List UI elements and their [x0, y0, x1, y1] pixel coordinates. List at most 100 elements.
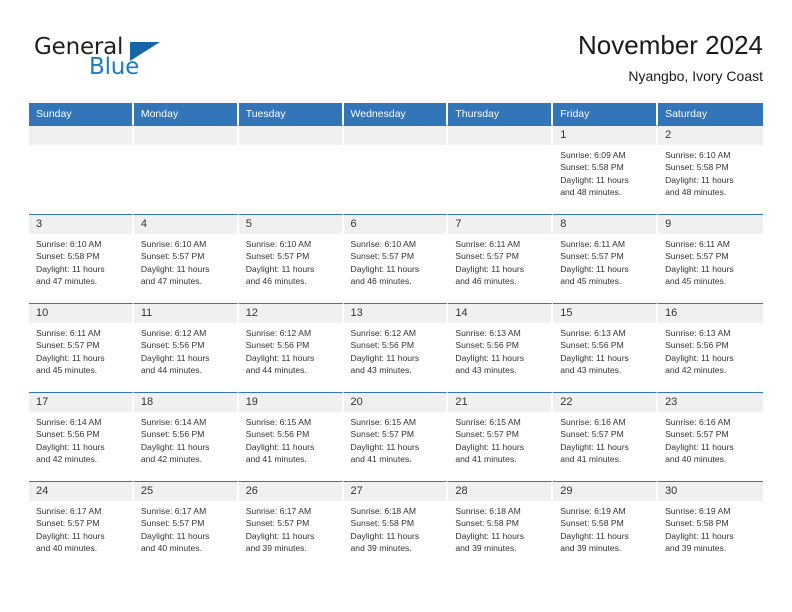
calendar-day-cell-empty	[343, 125, 449, 214]
calendar-day-cell[interactable]: 1 Sunrise: 6:09 AM Sunset: 5:58 PM Daylight…	[553, 125, 659, 214]
day-detail-line: and 41 minutes.	[350, 453, 412, 464]
day-details: Sunrise: 6:11 AM Sunset: 5:57 PM Daylight:…	[448, 234, 551, 287]
calendar-day-cell[interactable]: 15 Sunrise: 6:13 AM Sunset: 5:56 PM Dayligh…	[553, 303, 659, 392]
day-detail-line: Sunrise: 6:15 AM	[350, 417, 416, 427]
day-detail-line: and 46 minutes.	[245, 275, 307, 286]
day-detail-line: and 43 minutes.	[350, 364, 412, 375]
day-detail-line: Sunrise: 6:15 AM	[455, 417, 521, 427]
day-detail-line: Sunset: 5:57 PM	[245, 251, 310, 262]
day-detail-line: Sunrise: 6:09 AM	[560, 150, 626, 160]
day-detail-line: Daylight: 11 hours	[140, 352, 210, 363]
calendar-day-cell[interactable]: 21 Sunrise: 6:15 AM Sunset: 5:57 PM Dayligh…	[448, 392, 554, 481]
calendar-day-cell[interactable]: 5 Sunrise: 6:10 AM Sunset: 5:57 PM Daylight…	[238, 214, 344, 303]
day-number: 8	[553, 215, 657, 234]
day-details: Sunrise: 6:11 AM Sunset: 5:57 PM Daylight:…	[658, 234, 763, 287]
day-details: Sunrise: 6:19 AM Sunset: 5:58 PM Daylight:…	[553, 501, 656, 554]
calendar-day-cell-empty	[29, 125, 134, 214]
weekday-header: Sunday Monday Tuesday Wednesday Thursday Frid…	[29, 103, 763, 125]
day-number: 25	[133, 482, 237, 501]
day-number: 3	[29, 215, 132, 234]
day-detail-line: Daylight: 11 hours	[245, 352, 315, 363]
day-details: Sunrise: 6:13 AM Sunset: 5:56 PM Daylight:…	[658, 323, 763, 376]
day-detail-line: and 46 minutes.	[350, 275, 412, 286]
day-details: Sunrise: 6:12 AM Sunset: 5:56 PM Daylight:…	[239, 323, 342, 376]
calendar-day-cell-empty	[133, 125, 239, 214]
general-blue-logo[interactable]: General Blue	[29, 34, 229, 92]
calendar-week-row: 10 Sunrise: 6:11 AM Sunset: 5:57 PM Dayligh…	[29, 303, 763, 392]
day-detail-line: Sunset: 5:56 PM	[245, 340, 310, 351]
calendar-day-cell[interactable]: 3 Sunrise: 6:10 AM Sunset: 5:58 PM Daylight…	[29, 214, 134, 303]
calendar-day-cell[interactable]: 26 Sunrise: 6:17 AM Sunset: 5:57 PM Dayligh…	[238, 481, 344, 570]
day-details: Sunrise: 6:17 AM Sunset: 5:57 PM Daylight:…	[29, 501, 132, 554]
calendar-day-cell[interactable]: 25 Sunrise: 6:17 AM Sunset: 5:57 PM Dayligh…	[133, 481, 239, 570]
calendar-day-cell[interactable]: 10 Sunrise: 6:11 AM Sunset: 5:57 PM Dayligh…	[29, 303, 134, 392]
day-number: 23	[658, 393, 763, 412]
day-detail-line: and 39 minutes.	[455, 542, 517, 553]
calendar-day-cell[interactable]: 2 Sunrise: 6:10 AM Sunset: 5:58 PM Daylight…	[658, 125, 763, 214]
calendar-day-cell[interactable]: 12 Sunrise: 6:12 AM Sunset: 5:56 PM Dayligh…	[238, 303, 344, 392]
day-detail-line: Daylight: 11 hours	[36, 441, 105, 452]
day-details: Sunrise: 6:09 AM Sunset: 5:58 PM Daylight:…	[553, 145, 656, 198]
calendar-day-cell[interactable]: 22 Sunrise: 6:16 AM Sunset: 5:57 PM Dayligh…	[553, 392, 659, 481]
day-details: Sunrise: 6:11 AM Sunset: 5:57 PM Daylight:…	[29, 323, 132, 376]
day-detail-line: and 46 minutes.	[455, 275, 517, 286]
day-detail-line: Sunset: 5:57 PM	[665, 251, 729, 262]
calendar-day-cell[interactable]: 4 Sunrise: 6:10 AM Sunset: 5:57 PM Daylight…	[133, 214, 239, 303]
calendar-header-row: Sunday Monday Tuesday Wednesday Thursday Frid…	[29, 103, 763, 125]
day-detail-line: and 43 minutes.	[455, 364, 517, 375]
calendar-day-cell[interactable]: 30 Sunrise: 6:19 AM Sunset: 5:58 PM Dayligh…	[658, 481, 763, 570]
calendar-day-cell[interactable]: 7 Sunrise: 6:11 AM Sunset: 5:57 PM Daylight…	[448, 214, 554, 303]
day-number: 22	[553, 393, 657, 412]
calendar-week-row: 1 Sunrise: 6:09 AM Sunset: 5:58 PM Daylight…	[29, 125, 763, 214]
day-detail-line: Sunset: 5:57 PM	[350, 251, 415, 262]
day-detail-line: Daylight: 11 hours	[665, 441, 734, 452]
calendar-day-cell[interactable]: 19 Sunrise: 6:15 AM Sunset: 5:56 PM Dayligh…	[238, 392, 344, 481]
calendar-day-cell[interactable]: 13 Sunrise: 6:12 AM Sunset: 5:56 PM Dayligh…	[343, 303, 449, 392]
day-details: Sunrise: 6:10 AM Sunset: 5:57 PM Daylight:…	[239, 234, 342, 287]
calendar-day-cell[interactable]: 20 Sunrise: 6:15 AM Sunset: 5:57 PM Dayligh…	[343, 392, 449, 481]
day-details: Sunrise: 6:11 AM Sunset: 5:57 PM Daylight:…	[553, 234, 656, 287]
day-detail-line: Sunset: 5:56 PM	[140, 429, 205, 440]
calendar-day-cell[interactable]: 6 Sunrise: 6:10 AM Sunset: 5:57 PM Daylight…	[343, 214, 449, 303]
day-detail-line: and 48 minutes.	[560, 186, 622, 197]
day-detail-line: and 41 minutes.	[560, 453, 622, 464]
day-detail-line: Daylight: 11 hours	[140, 263, 210, 274]
day-details	[344, 145, 447, 149]
calendar-day-cell[interactable]: 24 Sunrise: 6:17 AM Sunset: 5:57 PM Dayligh…	[29, 481, 134, 570]
day-number: 21	[448, 393, 552, 412]
day-detail-line: Sunrise: 6:12 AM	[245, 328, 312, 338]
calendar-day-cell[interactable]: 14 Sunrise: 6:13 AM Sunset: 5:56 PM Dayligh…	[448, 303, 554, 392]
day-detail-line: Sunset: 5:58 PM	[36, 251, 100, 262]
day-detail-line: Sunset: 5:57 PM	[560, 251, 624, 262]
calendar-day-cell[interactable]: 28 Sunrise: 6:18 AM Sunset: 5:58 PM Dayligh…	[448, 481, 554, 570]
calendar-day-cell[interactable]: 17 Sunrise: 6:14 AM Sunset: 5:56 PM Dayligh…	[29, 392, 134, 481]
day-detail-line: Daylight: 11 hours	[350, 530, 420, 541]
calendar-grid: Sunday Monday Tuesday Wednesday Thursday Frid…	[29, 103, 763, 570]
day-number: 26	[238, 482, 342, 501]
calendar-day-cell[interactable]: 9 Sunrise: 6:11 AM Sunset: 5:57 PM Daylight…	[658, 214, 763, 303]
title-block: November 2024 Nyangbo, Ivory Coast	[578, 28, 763, 87]
day-details: Sunrise: 6:18 AM Sunset: 5:58 PM Daylight:…	[344, 501, 447, 554]
weekday-header-saturday: Saturday	[658, 103, 763, 125]
day-details: Sunrise: 6:18 AM Sunset: 5:58 PM Daylight:…	[448, 501, 551, 554]
calendar-day-cell[interactable]: 8 Sunrise: 6:11 AM Sunset: 5:57 PM Daylight…	[553, 214, 659, 303]
day-detail-line: Daylight: 11 hours	[36, 530, 105, 541]
calendar-day-cell[interactable]: 11 Sunrise: 6:12 AM Sunset: 5:56 PM Dayligh…	[133, 303, 239, 392]
weekday-header-tuesday: Tuesday	[238, 103, 344, 125]
calendar-day-cell[interactable]: 27 Sunrise: 6:18 AM Sunset: 5:58 PM Dayligh…	[343, 481, 449, 570]
day-detail-line: Sunset: 5:56 PM	[350, 340, 415, 351]
day-detail-line: Sunrise: 6:17 AM	[36, 506, 102, 516]
page-subtitle: Nyangbo, Ivory Coast	[628, 68, 763, 84]
calendar-day-cell[interactable]: 16 Sunrise: 6:13 AM Sunset: 5:56 PM Dayligh…	[658, 303, 763, 392]
day-detail-line: Sunrise: 6:19 AM	[560, 506, 626, 516]
day-number: 16	[658, 304, 763, 323]
day-detail-line: Sunrise: 6:11 AM	[36, 328, 101, 338]
day-detail-line: Sunset: 5:57 PM	[455, 429, 519, 440]
calendar-day-cell[interactable]: 23 Sunrise: 6:16 AM Sunset: 5:57 PM Dayligh…	[658, 392, 763, 481]
day-detail-line: Daylight: 11 hours	[36, 263, 105, 274]
day-detail-line: and 43 minutes.	[560, 364, 622, 375]
calendar-day-cell[interactable]: 29 Sunrise: 6:19 AM Sunset: 5:58 PM Dayligh…	[553, 481, 659, 570]
calendar-day-cell[interactable]: 18 Sunrise: 6:14 AM Sunset: 5:56 PM Dayligh…	[133, 392, 239, 481]
day-detail-line: Sunrise: 6:10 AM	[665, 150, 731, 160]
day-detail-line: Sunrise: 6:17 AM	[245, 506, 312, 516]
